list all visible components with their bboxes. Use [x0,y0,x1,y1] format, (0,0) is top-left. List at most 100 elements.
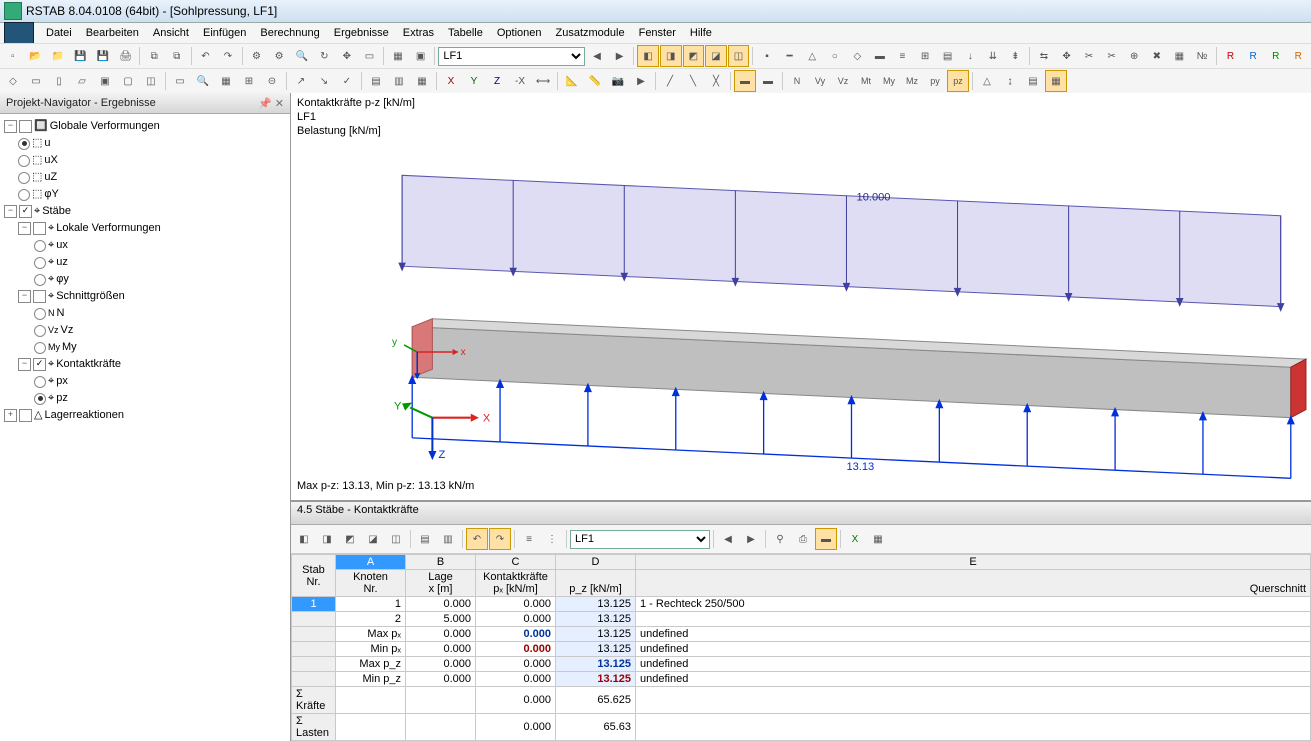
col-pz[interactable]: p_z [kN/m] [556,570,636,597]
axis-z-icon[interactable]: Z [486,70,508,92]
result3-icon[interactable]: ◩ [683,45,705,67]
col-px[interactable]: Kontaktkräftepₓ [kN/m] [476,570,556,597]
module2-icon[interactable]: R [1242,45,1264,67]
lines2-icon[interactable]: ╲ [682,70,704,92]
v-top-icon[interactable]: ▱ [71,70,93,92]
col-A[interactable]: A [336,555,406,570]
view-icon[interactable]: ▣ [410,45,432,67]
join-icon[interactable]: ⊕ [1123,45,1145,67]
new-icon[interactable]: ▫ [2,45,24,67]
menu-bearbeiten[interactable]: Bearbeiten [80,25,145,41]
result-icon[interactable]: ◧ [637,45,659,67]
node-lux[interactable]: ⌖ux [2,237,288,254]
node-ux[interactable]: ⬚uX [2,152,288,169]
tbl-btn-6[interactable]: ▤ [414,528,436,550]
load3-icon[interactable]: ⇟ [1005,45,1027,67]
tbl-btn-3[interactable]: ◩ [339,528,361,550]
tbl-btn-2[interactable]: ◨ [316,528,338,550]
menu-hilfe[interactable]: Hilfe [684,25,718,41]
result2-icon[interactable]: ◨ [660,45,682,67]
tbl-btn-10[interactable]: ≡ [518,528,540,550]
col-stab[interactable]: StabNr. [292,555,336,597]
v-zoom-icon[interactable]: 🔍 [192,70,214,92]
mz-icon[interactable]: Mz [901,70,923,92]
table-row[interactable]: Max pₓ0.0000.00013.125undefined [292,627,1311,642]
print-icon[interactable]: 🖨 [115,45,137,67]
v-mark-icon[interactable]: ✓ [336,70,358,92]
redo-icon[interactable]: ↷ [217,45,239,67]
node-lphiy[interactable]: ⌖φy [2,271,288,288]
node-icon[interactable]: ▪ [756,45,778,67]
result4-icon[interactable]: ◪ [705,45,727,67]
node-uz[interactable]: ⬚uZ [2,169,288,186]
tbl-nav-prev[interactable]: ◀ [717,528,739,550]
module-icon[interactable]: R [1220,45,1242,67]
vz-icon[interactable]: Vz [832,70,854,92]
paste-icon[interactable]: ⧉ [166,45,188,67]
load-icon[interactable]: ↓ [959,45,981,67]
menu-ansicht[interactable]: Ansicht [147,25,195,41]
clip3-icon[interactable]: ▦ [411,70,433,92]
tbl-btn-1[interactable]: ◧ [293,528,315,550]
py-icon[interactable]: py [924,70,946,92]
mat-icon[interactable]: ▤ [937,45,959,67]
table-row[interactable]: Max p_z0.0000.00013.125undefined [292,657,1311,672]
support-res-icon[interactable]: △ [976,70,998,92]
pin-icon[interactable]: 📌 ✕ [258,97,284,110]
node-lager[interactable]: +△ Lagerreaktionen [2,407,288,424]
nav-next-icon[interactable]: ▶ [609,45,631,67]
tbl-calc-icon[interactable]: ▦ [867,528,889,550]
v-grid2-icon[interactable]: ⊞ [238,70,260,92]
tbl-mark-icon[interactable]: ▬ [815,528,837,550]
tbl-btn-7[interactable]: ▥ [437,528,459,550]
tbl-btn-8[interactable]: ↶ [466,528,488,550]
delete-icon[interactable]: ✖ [1146,45,1168,67]
eccent-icon[interactable]: ▬ [869,45,891,67]
result5-icon[interactable]: ◫ [728,45,750,67]
calc2-icon[interactable]: ⚙ [268,45,290,67]
menu-tabelle[interactable]: Tabelle [442,25,489,41]
tbl-btn-5[interactable]: ◫ [385,528,407,550]
menu-icon[interactable] [4,22,34,44]
my-icon[interactable]: My [878,70,900,92]
tbl-btn-9[interactable]: ↷ [489,528,511,550]
v-sel-icon[interactable]: ↗ [290,70,312,92]
node-my[interactable]: MyMy [2,339,288,356]
axis-x-icon[interactable]: X [440,70,462,92]
v-sel2-icon[interactable]: ↘ [313,70,335,92]
axis-y-icon[interactable]: Y [463,70,485,92]
grp-icon[interactable]: ▦ [1169,45,1191,67]
results-table-icon[interactable]: ▦ [1045,70,1067,92]
table-row[interactable]: 110.0000.00013.1251 - Rechteck 250/500 [292,597,1311,612]
n-icon[interactable]: N [786,70,808,92]
table-row[interactable]: 25.0000.00013.125 [292,612,1311,627]
menu-ergebnisse[interactable]: Ergebnisse [328,25,395,41]
meas-icon[interactable]: 📐 [561,70,583,92]
tbl-filter-icon[interactable]: ⚲ [769,528,791,550]
col-C[interactable]: C [476,555,556,570]
tbl-excel-icon[interactable]: X [844,528,866,550]
tbl-export-icon[interactable]: ⎙ [792,528,814,550]
table-loadcase-select[interactable]: LF1 [570,530,710,549]
node-kontakt[interactable]: −✓⌖ Kontaktkräfte [2,356,288,373]
menu-fenster[interactable]: Fenster [633,25,682,41]
node-u[interactable]: ⬚u [2,135,288,152]
diag-icon[interactable]: ▬ [734,70,756,92]
pan-icon[interactable]: ✥ [336,45,358,67]
zoom-icon[interactable]: 🔍 [291,45,313,67]
node-schnitt[interactable]: −⌖ Schnittgrößen [2,288,288,305]
menu-optionen[interactable]: Optionen [491,25,548,41]
node-glob-verform[interactable]: −🔲 Globale Verformungen [2,118,288,135]
node-luz[interactable]: ⌖uz [2,254,288,271]
mirror-icon[interactable]: ⇆ [1033,45,1055,67]
v-grid-icon[interactable]: ▦ [215,70,237,92]
member-icon[interactable]: ━ [779,45,801,67]
tbl-btn-11[interactable]: ⋮ [541,528,563,550]
axis-neg-icon[interactable]: -X [509,70,531,92]
open2-icon[interactable]: 📁 [47,45,69,67]
menu-zusatz[interactable]: Zusatzmodule [550,25,631,41]
cam-icon[interactable]: 📷 [607,70,629,92]
move-icon[interactable]: ✥ [1056,45,1078,67]
node-vz[interactable]: VzVz [2,322,288,339]
v-iso-icon[interactable]: ◇ [2,70,24,92]
